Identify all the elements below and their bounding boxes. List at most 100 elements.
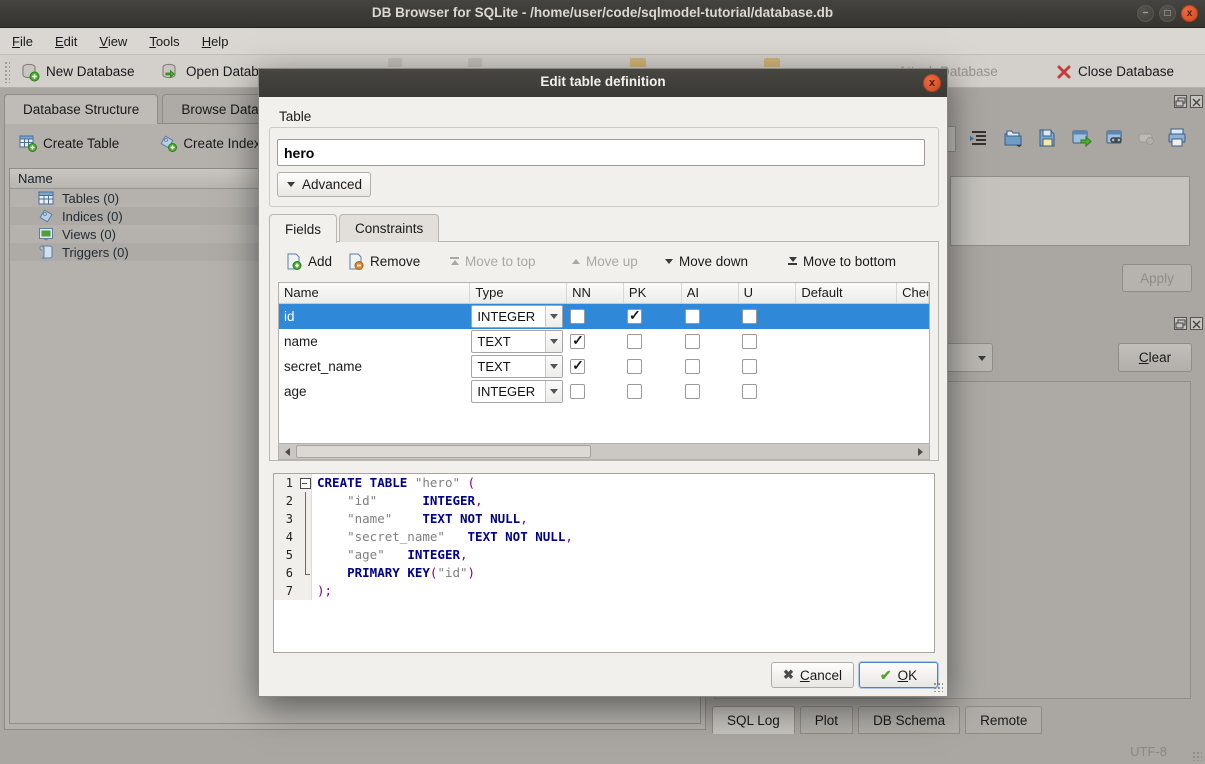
pk-checkbox[interactable]: [627, 334, 642, 349]
minimize-button-icon[interactable]: −: [1137, 5, 1154, 22]
u-checkbox[interactable]: [742, 384, 757, 399]
execute-sql-icon[interactable]: [1070, 127, 1094, 151]
column-header-u[interactable]: U: [739, 283, 797, 303]
move-down-button[interactable]: Move down: [665, 248, 748, 274]
window-title: DB Browser for SQLite - /home/user/code/…: [0, 5, 1205, 20]
tab-db-schema[interactable]: DB Schema: [858, 706, 960, 734]
scroll-left-icon[interactable]: [279, 444, 296, 459]
sql-preview[interactable]: 1CREATE TABLE "hero" (2 "id" INTEGER,3 "…: [273, 473, 935, 653]
tab-remote[interactable]: Remote: [965, 706, 1042, 734]
default-cell[interactable]: [796, 329, 897, 354]
ai-checkbox[interactable]: [685, 384, 700, 399]
u-checkbox[interactable]: [742, 359, 757, 374]
sql-line: 1CREATE TABLE "hero" (: [274, 474, 934, 492]
field-row[interactable]: id INTEGER: [279, 304, 929, 329]
create-index-button[interactable]: Create Index: [159, 134, 260, 152]
maximize-button-icon[interactable]: □: [1159, 5, 1176, 22]
save-sql-file-icon[interactable]: [1036, 127, 1060, 151]
nn-checkbox[interactable]: [570, 334, 585, 349]
dock-close-icon[interactable]: [1190, 95, 1203, 108]
scrollbar-thumb[interactable]: [296, 445, 591, 458]
link-icon[interactable]: [1104, 127, 1128, 151]
nn-checkbox[interactable]: [570, 359, 585, 374]
column-header-nn[interactable]: NN: [567, 283, 624, 303]
nn-checkbox[interactable]: [570, 309, 585, 324]
dock-controls: [1174, 317, 1203, 330]
fold-marker-icon[interactable]: [298, 474, 312, 492]
dock-close-icon[interactable]: [1190, 317, 1203, 330]
new-database-icon: [20, 62, 40, 82]
default-cell[interactable]: [796, 354, 897, 379]
ok-button[interactable]: ✔ OK: [859, 662, 938, 688]
ai-checkbox[interactable]: [685, 334, 700, 349]
menu-tools[interactable]: Tools: [149, 34, 179, 49]
dialog-resize-grip[interactable]: [933, 682, 943, 692]
type-combobox[interactable]: INTEGER: [471, 380, 563, 403]
add-field-button[interactable]: Add: [285, 248, 332, 274]
ai-checkbox[interactable]: [685, 359, 700, 374]
print-icon[interactable]: [1166, 127, 1190, 151]
move-to-bottom-button[interactable]: Move to bottom: [788, 248, 896, 274]
move-to-top-button[interactable]: Move to top: [450, 248, 536, 274]
menu-edit[interactable]: Edit: [55, 34, 77, 49]
clear-log-button[interactable]: Clear: [1118, 343, 1192, 372]
check-cell[interactable]: [897, 329, 929, 354]
new-database-button[interactable]: New Database: [20, 59, 135, 84]
check-cell[interactable]: [897, 379, 929, 404]
pk-checkbox[interactable]: [627, 359, 642, 374]
field-row[interactable]: secret_name TEXT: [279, 354, 929, 379]
u-checkbox[interactable]: [742, 334, 757, 349]
u-checkbox[interactable]: [742, 309, 757, 324]
dock-float-icon[interactable]: [1174, 317, 1187, 330]
field-row[interactable]: age INTEGER: [279, 379, 929, 404]
format-sql-icon[interactable]: [968, 127, 992, 151]
default-cell[interactable]: [796, 304, 897, 329]
column-header-default[interactable]: Default: [796, 283, 897, 303]
column-header-name[interactable]: Name: [279, 283, 470, 303]
tab-database-structure[interactable]: Database Structure: [4, 94, 158, 124]
sql-results-panel: [950, 176, 1190, 246]
column-header-ai[interactable]: AI: [682, 283, 739, 303]
move-up-button[interactable]: Move up: [572, 248, 638, 274]
menu-view[interactable]: View: [99, 34, 127, 49]
tab-sql-log[interactable]: SQL Log: [712, 706, 795, 734]
open-sql-file-icon[interactable]: [1002, 127, 1026, 151]
table-name-input[interactable]: [277, 139, 925, 166]
check-cell[interactable]: [897, 304, 929, 329]
type-combobox[interactable]: TEXT: [471, 330, 563, 353]
field-row[interactable]: name TEXT: [279, 329, 929, 354]
menu-help[interactable]: Help: [202, 34, 229, 49]
type-combobox[interactable]: TEXT: [471, 355, 563, 378]
close-database-button[interactable]: Close Database: [1056, 59, 1174, 84]
create-table-button[interactable]: Create Table: [19, 134, 119, 152]
type-combobox[interactable]: INTEGER: [471, 305, 563, 328]
view-icon: [38, 226, 54, 242]
pk-checkbox[interactable]: [627, 309, 642, 324]
column-header-pk[interactable]: PK: [624, 283, 682, 303]
tab-plot[interactable]: Plot: [800, 706, 853, 734]
advanced-button[interactable]: Advanced: [277, 172, 371, 197]
remove-field-button[interactable]: Remove: [347, 248, 420, 274]
pk-checkbox[interactable]: [627, 384, 642, 399]
check-cell[interactable]: [897, 354, 929, 379]
scroll-right-icon[interactable]: [912, 444, 929, 459]
window-resize-grip[interactable]: [1192, 751, 1202, 761]
nn-checkbox[interactable]: [570, 384, 585, 399]
tab-fields[interactable]: Fields: [269, 214, 337, 243]
ai-checkbox[interactable]: [685, 309, 700, 324]
horizontal-scrollbar[interactable]: [279, 443, 929, 459]
move-down-icon: [665, 259, 673, 264]
default-cell[interactable]: [796, 379, 897, 404]
tab-constraints[interactable]: Constraints: [339, 214, 439, 242]
toolbar-drag-handle[interactable]: [4, 61, 10, 83]
apply-button[interactable]: Apply: [1122, 264, 1192, 292]
menu-file[interactable]: File: [12, 34, 33, 49]
dialog-close-icon[interactable]: x: [923, 74, 941, 92]
column-header-type[interactable]: Type: [470, 283, 567, 303]
dialog-titlebar[interactable]: Edit table definition x: [259, 69, 947, 97]
column-header-check[interactable]: Check: [897, 283, 929, 303]
close-button-icon[interactable]: x: [1181, 5, 1198, 22]
dock-float-icon[interactable]: [1174, 95, 1187, 108]
cancel-button[interactable]: ✖ Cancel: [771, 662, 854, 688]
record-icon[interactable]: [1136, 127, 1160, 151]
